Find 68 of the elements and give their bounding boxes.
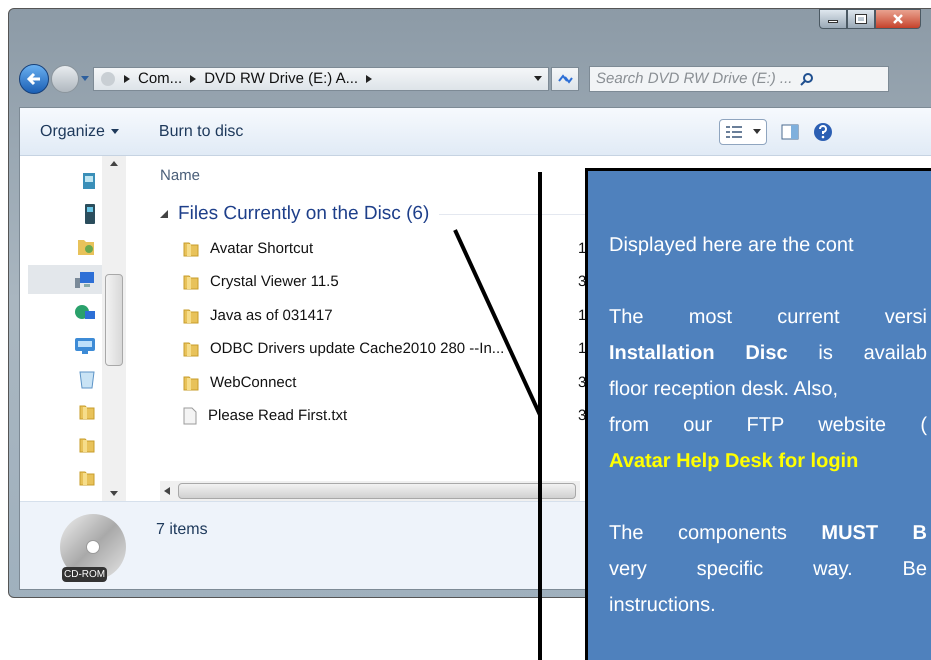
minimize-button[interactable] [819, 9, 847, 29]
picture-icon [82, 172, 96, 190]
caret-icon [110, 128, 119, 134]
folder-icon [182, 340, 200, 358]
callout-text: Displayed here are the cont [609, 233, 855, 258]
group-header[interactable]: Files Currently on the Disc (6) [178, 200, 430, 228]
search-icon[interactable] [800, 72, 814, 86]
callout-text: floor reception desk. Also, [609, 377, 840, 402]
scroll-up-icon[interactable] [110, 160, 118, 166]
folder-icon [78, 402, 96, 420]
device-icon [84, 202, 96, 224]
scroll-left-icon[interactable] [164, 487, 170, 495]
scroll-thumb[interactable] [105, 274, 123, 366]
caret-icon [752, 128, 761, 134]
maximize-button[interactable] [847, 9, 875, 29]
list-view-icon [726, 126, 742, 138]
chevron-icon [366, 75, 372, 83]
table-cell-text: 1 [578, 339, 586, 359]
computer-icon [100, 71, 116, 87]
refresh-icon [557, 73, 573, 85]
folder-icon [182, 306, 200, 325]
item-count: 7 items [156, 520, 208, 540]
caret-icon[interactable] [534, 76, 542, 82]
callout-text: Avatar Help Desk for login [609, 449, 860, 474]
scrollbar[interactable] [102, 156, 126, 501]
address-field[interactable]: Com... DVD RW Drive (E:) A... [93, 67, 549, 91]
callout-text: The most current versi [609, 305, 927, 330]
chevron-icon [190, 75, 196, 83]
callout-text: The components MUST B [609, 521, 927, 546]
breadcrumb-item[interactable]: Com... [138, 68, 182, 90]
breadcrumb-item[interactable]: DVD RW Drive (E:) A... [204, 68, 358, 90]
scroll-down-icon[interactable] [110, 491, 118, 497]
back-arrow-icon [26, 72, 42, 86]
recycle-bin-icon [78, 368, 96, 388]
document-icon [182, 407, 198, 426]
callout-text: Installation Disc is availab [609, 341, 927, 366]
navigation-item[interactable] [28, 265, 102, 294]
file-name[interactable]: Avatar Shortcut [210, 238, 314, 260]
close-button[interactable] [875, 9, 921, 29]
callout-text: instructions. [609, 593, 717, 618]
view-options-button[interactable] [719, 118, 768, 144]
help-icon[interactable] [813, 122, 834, 142]
column-header[interactable]: Name [160, 164, 576, 188]
file-name[interactable]: Java as of 031417 [210, 304, 333, 327]
chevron-icon [124, 75, 130, 83]
folder-icon [182, 240, 200, 258]
control-panel-icon [74, 336, 96, 356]
back-button[interactable] [19, 64, 49, 94]
refresh-button[interactable] [551, 67, 579, 91]
toolbar-button[interactable]: Organize [40, 120, 119, 144]
folder-icon [182, 374, 200, 392]
callout-text: very specific way. Be [609, 557, 927, 582]
collapse-icon[interactable] [160, 210, 168, 218]
file-name[interactable]: Please Read First.txt [208, 405, 348, 428]
computer-icon [74, 270, 96, 290]
close-icon [893, 14, 903, 24]
folder-icon [78, 468, 96, 486]
table-cell-text: 1 [578, 306, 586, 326]
preview-pane-icon[interactable] [781, 124, 800, 140]
horizontal-scrollbar[interactable] [160, 481, 580, 501]
toolbar-button[interactable]: Burn to disc [158, 120, 244, 144]
table-cell-text: 1 [578, 238, 586, 258]
callout-text: from our FTP website ( [609, 413, 927, 438]
folder-icon [182, 273, 200, 292]
folder-icon [78, 436, 96, 454]
file-name[interactable]: WebConnect [210, 372, 296, 394]
file-name[interactable]: ODBC Drivers update Cache2010 280 --In... [210, 338, 504, 360]
file-name[interactable]: Crystal Viewer 11.5 [210, 271, 339, 294]
